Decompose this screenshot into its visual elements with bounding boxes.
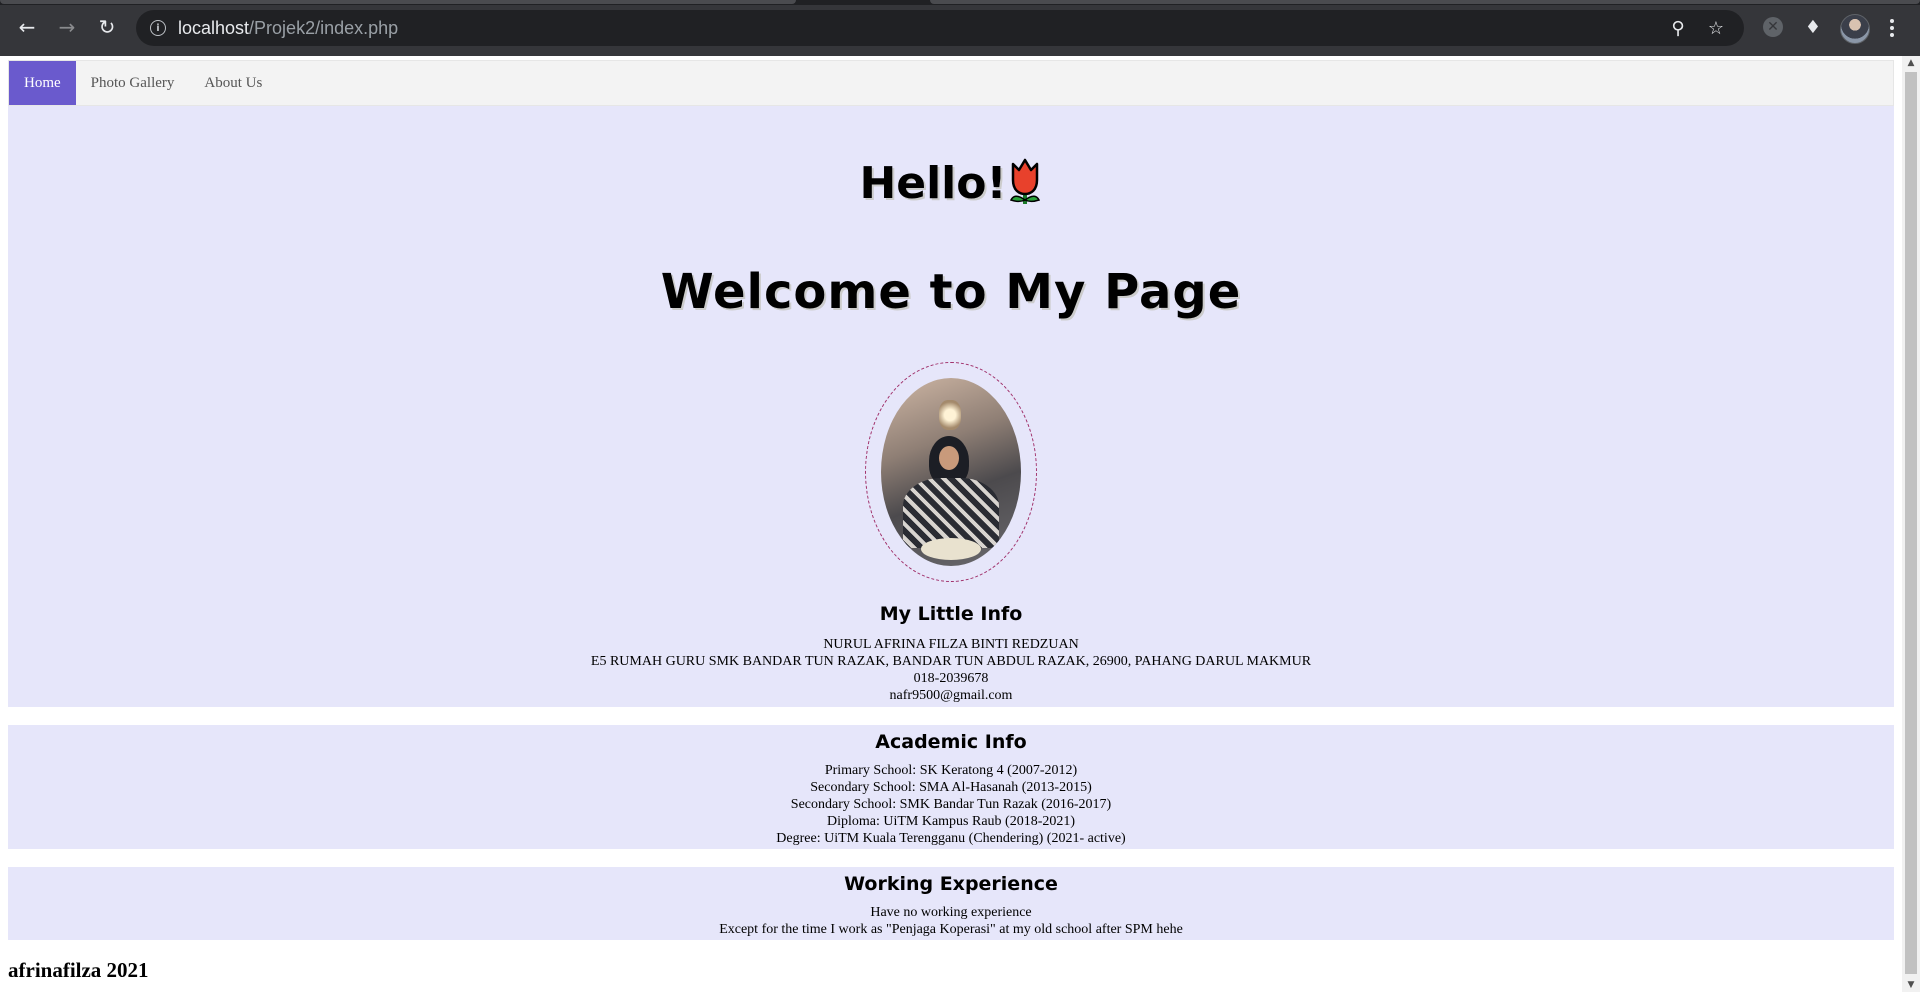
- extension-blocked-icon[interactable]: ✕: [1760, 14, 1786, 40]
- reload-icon[interactable]: ↻: [92, 12, 122, 42]
- little-info-name: NURUL AFRINA FILZA BINTI REDZUAN: [823, 637, 1079, 652]
- profile-photo-frame: [865, 362, 1037, 582]
- photo-plate: [921, 538, 981, 560]
- extensions-puzzle-icon[interactable]: ♦: [1800, 14, 1826, 40]
- nav-item-about-us[interactable]: About Us: [189, 61, 277, 105]
- working-experience-section: Working Experience Have no working exper…: [8, 867, 1894, 940]
- experience-line: Except for the time I work as "Penjaga K…: [719, 922, 1183, 937]
- zoom-icon[interactable]: ⚲: [1666, 16, 1690, 40]
- scrollbar-thumb[interactable]: [1905, 72, 1917, 974]
- forward-icon[interactable]: →: [52, 12, 82, 42]
- scroll-up-icon[interactable]: ▲: [1902, 56, 1920, 70]
- academic-line: Secondary School: SMK Bandar Tun Razak (…: [790, 797, 1112, 812]
- welcome-heading: Welcome to My Page: [660, 264, 1242, 320]
- little-info-title: My Little Info: [879, 603, 1023, 625]
- working-experience-lines: Have no working experience Except for th…: [8, 904, 1894, 939]
- academic-section: Academic Info Primary School: SK Keraton…: [8, 725, 1894, 849]
- page-viewport: Home Photo Gallery About Us Hello! Welco…: [0, 56, 1902, 992]
- little-info-lines: NURUL AFRINA FILZA BINTI REDZUAN E5 RUMA…: [8, 636, 1894, 705]
- address-bar[interactable]: i localhost/Projek2/index.php ⚲ ☆: [136, 10, 1744, 46]
- footer-text: afrinafilza 2021: [8, 958, 149, 982]
- vertical-scrollbar[interactable]: ▲ ▼: [1902, 56, 1920, 992]
- page-content: Home Photo Gallery About Us Hello! Welco…: [8, 60, 1894, 982]
- experience-line: Have no working experience: [870, 905, 1032, 920]
- academic-info-lines: Primary School: SK Keratong 4 (2007-2012…: [8, 762, 1894, 848]
- url-host: localhost: [178, 17, 250, 38]
- hello-heading: Hello!: [8, 154, 1894, 218]
- top-navigation: Home Photo Gallery About Us: [8, 60, 1894, 106]
- tulip-icon: [1007, 154, 1043, 218]
- little-info-address: E5 RUMAH GURU SMK BANDAR TUN RAZAK, BAND…: [590, 654, 1312, 669]
- url-path: /Projek2/index.php: [249, 17, 399, 38]
- scroll-down-icon[interactable]: ▼: [1902, 978, 1920, 992]
- academic-info-title: Academic Info: [875, 731, 1027, 753]
- hello-text: Hello!: [859, 158, 1007, 209]
- intro-section: Hello! Welcome to My Page My Little Info…: [8, 106, 1894, 707]
- academic-line: Diploma: UiTM Kampus Raub (2018-2021): [826, 814, 1076, 829]
- academic-line: Secondary School: SMA Al-Hasanah (2013-2…: [810, 780, 1092, 795]
- nav-item-home[interactable]: Home: [9, 61, 76, 105]
- browser-menu-icon[interactable]: [1882, 14, 1902, 42]
- little-info-email: nafr9500@gmail.com: [889, 688, 1013, 703]
- photo-face: [939, 446, 959, 470]
- site-info-icon[interactable]: i: [150, 20, 166, 36]
- url-text[interactable]: localhost/Projek2/index.php: [178, 18, 398, 39]
- nav-item-photo-gallery[interactable]: Photo Gallery: [76, 61, 190, 105]
- browser-toolbar: ← → ↻ i localhost/Projek2/index.php ⚲ ☆ …: [0, 0, 1920, 56]
- little-info-phone: 018-2039678: [913, 671, 989, 686]
- browser-tab-right[interactable]: [930, 0, 1920, 4]
- academic-line: Degree: UiTM Kuala Terengganu (Chenderin…: [776, 831, 1126, 846]
- working-experience-title: Working Experience: [844, 873, 1058, 895]
- profile-photo: [881, 378, 1021, 566]
- back-icon[interactable]: ←: [12, 12, 42, 42]
- bookmark-star-icon[interactable]: ☆: [1704, 16, 1728, 40]
- photo-chandelier: [939, 400, 961, 430]
- academic-line: Primary School: SK Keratong 4 (2007-2012…: [824, 763, 1078, 778]
- browser-tab-left[interactable]: [0, 0, 796, 4]
- profile-avatar[interactable]: [1840, 14, 1870, 44]
